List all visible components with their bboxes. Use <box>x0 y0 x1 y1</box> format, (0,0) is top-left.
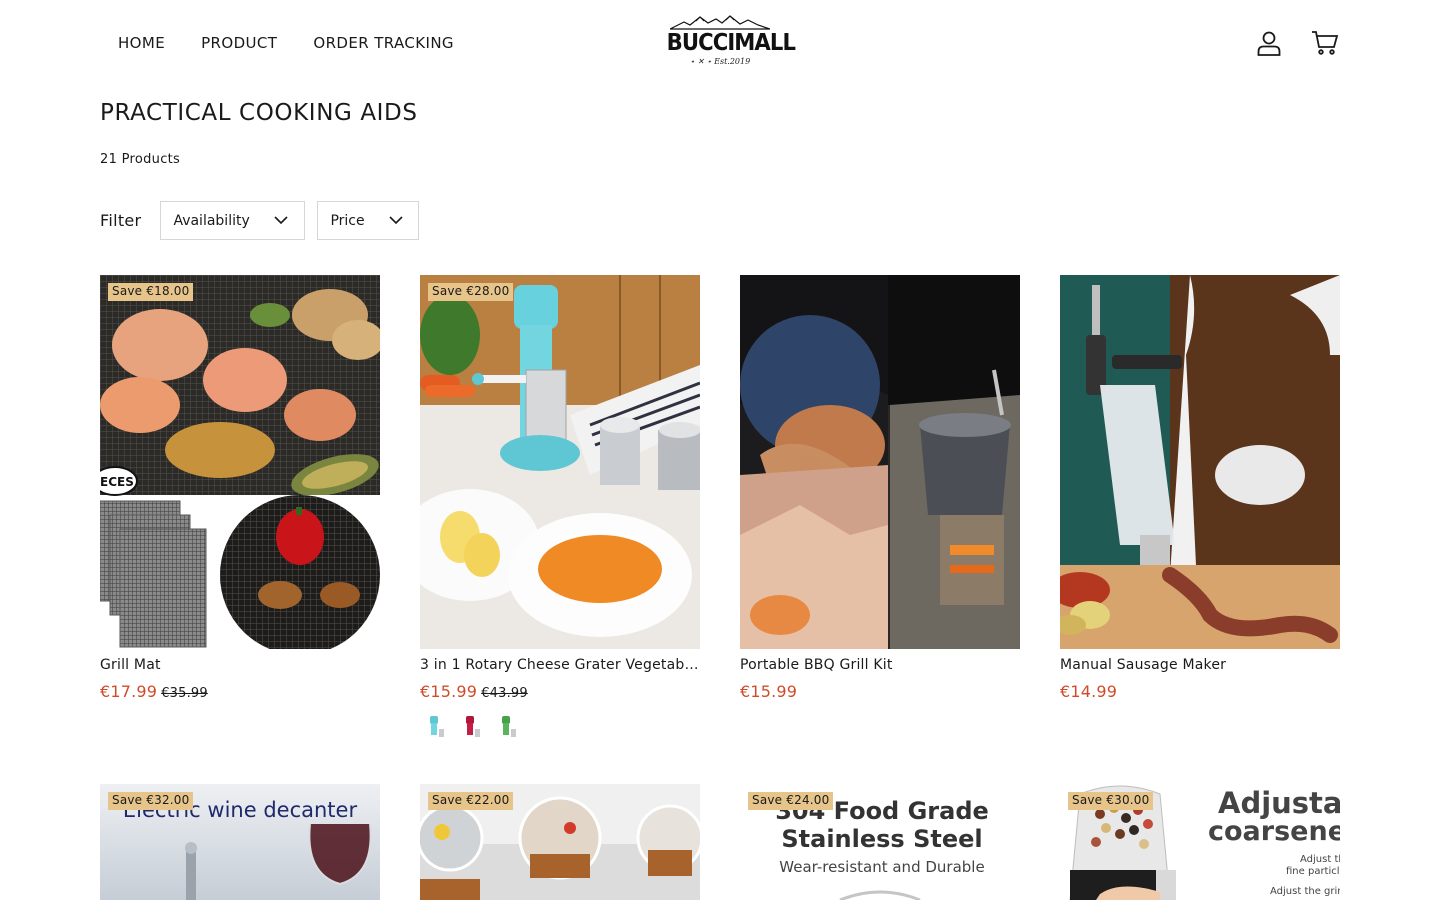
product-title[interactable]: Grill Mat <box>100 657 380 673</box>
nav-order-tracking-link[interactable]: ORDER TRACKING <box>295 33 472 53</box>
price-filter-label: Price <box>330 212 365 229</box>
product-image[interactable] <box>1060 275 1340 649</box>
nav-product-link[interactable]: PRODUCT <box>183 33 295 53</box>
account-icon[interactable] <box>1254 28 1284 58</box>
filter-label: Filter <box>100 211 142 230</box>
product-title[interactable]: Portable BBQ Grill Kit <box>740 657 1020 673</box>
sale-price: €15.99 <box>420 682 478 701</box>
product-image-text-line4: fine particles <box>1286 866 1340 877</box>
product-card-6[interactable]: Save €22.00 <box>420 784 700 900</box>
sale-badge: Save €24.00 <box>748 792 834 810</box>
svg-text:ECES: ECES <box>100 475 134 489</box>
compare-at-price: €43.99 <box>481 686 528 701</box>
logo-tagline: ⋆ ✕ ⋆ Est.2019 <box>662 57 778 66</box>
product-card-8[interactable]: Adjustal coarsene Adjust th fine particl… <box>1060 784 1340 900</box>
collection-title: PRACTICAL COOKING AIDS <box>100 100 418 126</box>
availability-filter-label: Availability <box>173 212 250 229</box>
color-swatches <box>420 713 520 741</box>
sale-badge: Save €32.00 <box>108 792 194 810</box>
nav-home-link[interactable]: HOME <box>100 33 183 53</box>
sale-badge: Save €22.00 <box>428 792 514 810</box>
sale-badge: Save €30.00 <box>1068 792 1154 810</box>
product-card-7[interactable]: 304 Food Grade Stainless Steel Wear-resi… <box>740 784 1020 900</box>
availability-filter-dropdown[interactable]: Availability <box>160 201 306 240</box>
logo-crossed-icon: ⋆ ✕ ⋆ <box>689 57 715 66</box>
product-card-rotary-grater[interactable]: Save €28.00 3 in 1 Rotary Cheese Grater … <box>420 275 700 745</box>
product-price-group: €15.99 €43.99 <box>420 682 528 701</box>
product-image-text-line1: Adjustal <box>1218 786 1340 820</box>
sale-badge: Save €28.00 <box>428 283 514 301</box>
sale-price: €14.99 <box>1060 682 1118 701</box>
site-logo[interactable]: BUCCIMALL ⋆ ✕ ⋆ Est.2019 <box>662 14 796 72</box>
product-image[interactable]: ECES <box>100 275 380 649</box>
main-nav: HOME PRODUCT ORDER TRACKING <box>100 33 472 53</box>
chevron-down-icon <box>389 216 403 225</box>
swatch-red[interactable] <box>456 713 484 741</box>
product-image-text-line3: Wear-resistant and Durable <box>779 858 985 876</box>
product-title[interactable]: Manual Sausage Maker <box>1060 657 1340 673</box>
sale-price: €15.99 <box>740 682 798 701</box>
logo-mountains-graphic <box>670 15 770 30</box>
product-image[interactable] <box>420 275 700 649</box>
site-header: HOME PRODUCT ORDER TRACKING BUCCIMALL ⋆ … <box>0 0 1440 88</box>
product-image-text-line3: Adjust th <box>1300 854 1340 865</box>
product-image[interactable] <box>740 275 1020 649</box>
product-card-grill-mat[interactable]: ECES Save €18.00 Grill Mat €17.99 €35.99 <box>100 275 380 715</box>
product-image-text-line5: Adjust the grind <box>1270 886 1340 897</box>
price-filter-dropdown[interactable]: Price <box>317 201 420 240</box>
product-image-text-line2: coarsene <box>1208 816 1340 847</box>
header-icons <box>1254 28 1340 58</box>
product-title[interactable]: 3 in 1 Rotary Cheese Grater Vegetabl... <box>420 657 700 673</box>
filter-bar: Filter Availability Price <box>100 201 431 240</box>
product-image-text-line2: Stainless Steel <box>781 825 983 853</box>
product-price-group: €15.99 <box>740 682 797 701</box>
logo-est: Est.2019 <box>714 57 751 66</box>
product-count: 21 Products <box>100 152 181 167</box>
swatch-blue[interactable] <box>420 713 448 741</box>
sale-badge: Save €18.00 <box>108 283 194 301</box>
product-price-group: €17.99 €35.99 <box>100 682 208 701</box>
swatch-green[interactable] <box>492 713 520 741</box>
product-image-graphic <box>839 890 921 900</box>
product-card-wine-decanter[interactable]: Electric wine decanter Save €32.00 <box>100 784 380 900</box>
chevron-down-icon <box>274 216 288 225</box>
product-card-bbq-grill-kit[interactable]: Portable BBQ Grill Kit €15.99 <box>740 275 1020 715</box>
compare-at-price: €35.99 <box>161 686 208 701</box>
product-card-sausage-maker[interactable]: Manual Sausage Maker €14.99 <box>1060 275 1340 715</box>
logo-wordmark: BUCCIMALL <box>666 30 796 56</box>
product-price-group: €14.99 <box>1060 682 1117 701</box>
cart-icon[interactable] <box>1310 28 1340 58</box>
sale-price: €17.99 <box>100 682 158 701</box>
